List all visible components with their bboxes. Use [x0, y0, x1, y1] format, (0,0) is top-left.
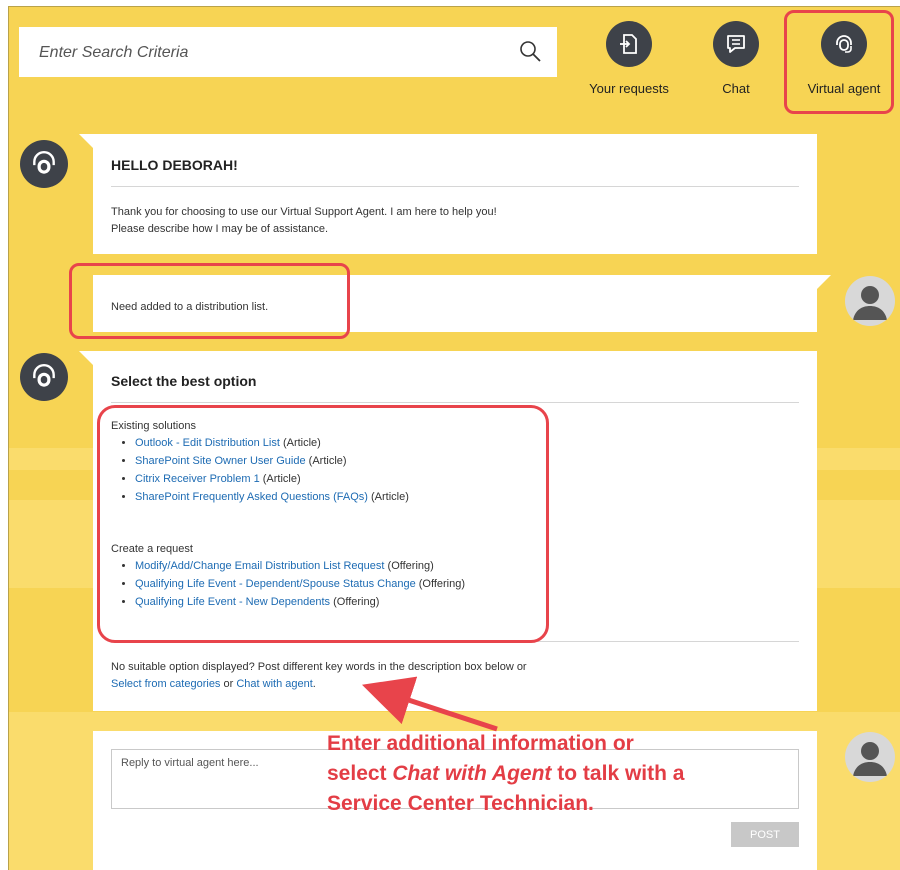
- callout-line-1: Enter additional information or: [327, 732, 634, 755]
- callout-line-3: Service Center Technician.: [327, 792, 594, 815]
- callout-line-2: select Chat with Agent to talk with a: [327, 759, 797, 789]
- instruction-callout: Enter additional information or select C…: [327, 729, 797, 819]
- callout-text: select: [327, 762, 387, 785]
- callout-emphasis: Chat with Agent: [392, 762, 552, 785]
- callout-text: to talk with a: [557, 762, 685, 785]
